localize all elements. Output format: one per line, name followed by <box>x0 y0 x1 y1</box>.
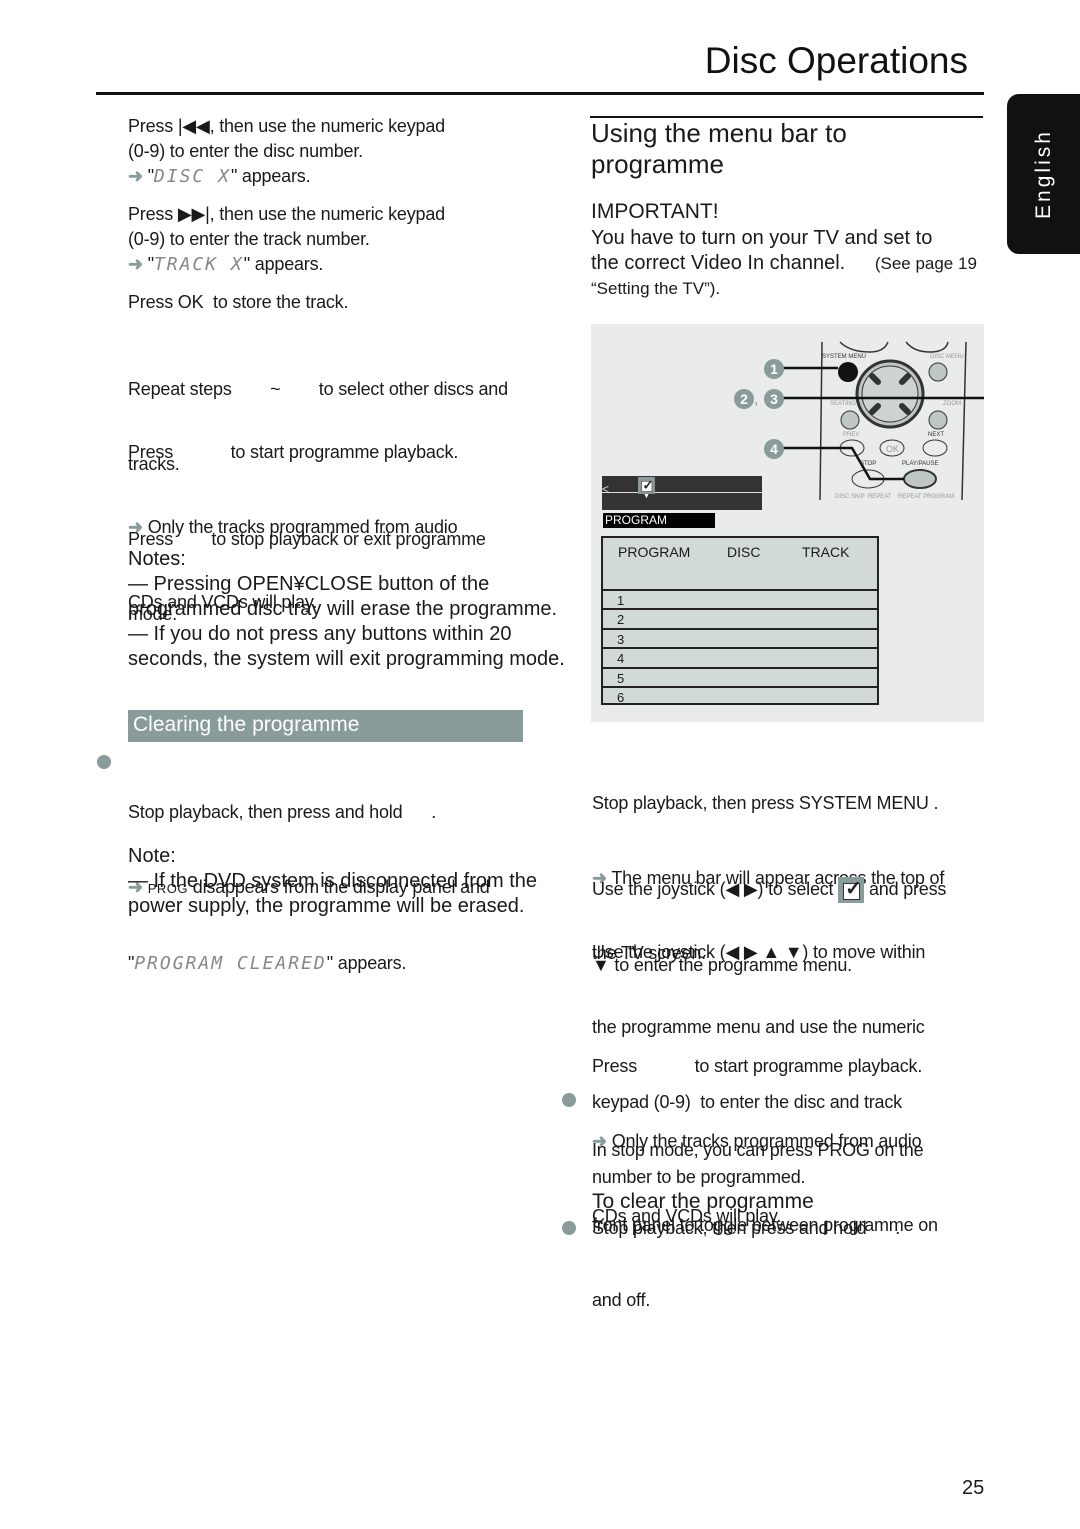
note-heading: Note: <box>128 845 176 867</box>
important-line: You have to turn on your TV and set to <box>591 227 933 249</box>
important-label: IMPORTANT! <box>591 200 719 223</box>
note-line: — If the DVD system is disconnected from… <box>128 870 538 892</box>
program-number: 3 <box>617 632 625 647</box>
arrow-icon: ➜ <box>128 166 143 186</box>
clear-programme-step: Stop playback, then press and hold . <box>592 1218 900 1238</box>
remote-label: DISC SKIP REPEAT REPEAT PROGRAM <box>835 494 955 500</box>
heading-line: programme <box>591 149 724 179</box>
note-line: seconds, the system will exit programmin… <box>128 648 565 670</box>
table-row[interactable]: 1 <box>603 589 877 608</box>
program-number: 4 <box>617 651 625 666</box>
table-row[interactable]: 6 <box>603 686 877 705</box>
step-select-disc: Press |◀◀, then use the numeric keypad (… <box>128 114 445 189</box>
arrow-icon: ➜ <box>128 254 143 274</box>
important-text: You have to turn on your TV and set to t… <box>591 226 977 301</box>
callout-3: 3 <box>764 389 784 409</box>
important-line: the correct Video In channel. <box>591 252 846 274</box>
program-number: 2 <box>617 612 625 627</box>
page-reference: (See page 19 <box>874 254 977 273</box>
lcd-text: PROGRAM CLEARED <box>134 953 327 974</box>
step-text: and off. <box>592 1290 651 1310</box>
step-text: " appears. <box>326 953 407 973</box>
title-divider <box>96 92 984 95</box>
remote-label: SYSTEM MENU <box>822 354 867 360</box>
left-arrow-icon: < <box>602 482 610 496</box>
remote-label: NEXT <box>928 432 945 438</box>
callout-1: 1 <box>764 359 784 379</box>
remote-label: PLAY/PAUSE <box>902 461 939 467</box>
page-reference: “Setting the TV”). <box>591 279 721 298</box>
tv-menu-bar: < ▼ <box>602 476 762 510</box>
step-text: Press <box>128 204 174 224</box>
step-text: Use the joystick (◀ ▶ ▲ ▼) to move withi… <box>592 942 926 962</box>
step-text: (0-9) to enter the track number. <box>128 229 370 249</box>
note-line: — If you do not press any buttons within… <box>128 623 512 645</box>
system-menu-button <box>838 362 858 382</box>
language-tab-label: English <box>1031 129 1055 219</box>
step-select-track: Press ▶▶|, then use the numeric keypad (… <box>128 202 445 277</box>
language-tab: English <box>1007 94 1080 254</box>
note-line: — Pressing OPEN¥CLOSE button of the <box>128 573 490 595</box>
step-text: " appears. <box>243 254 324 274</box>
table-header: DISC <box>727 544 761 560</box>
program-number: 1 <box>617 593 625 608</box>
program-table: PROGRAM DISC TRACK 1 2 3 4 5 6 <box>601 536 879 705</box>
page-number: 25 <box>962 1477 985 1499</box>
play-pause-button <box>903 469 937 489</box>
callout-4: 4 <box>764 439 784 459</box>
down-arrow-icon: ▼ <box>643 493 650 500</box>
notes-heading: Notes: <box>128 548 186 570</box>
bullet-icon <box>562 1221 576 1235</box>
page-title: Disc Operations <box>704 40 968 81</box>
note-line: programmed disc tray will erase the prog… <box>128 598 558 620</box>
step-text: Stop playback, then press and hold . <box>128 802 436 822</box>
table-row[interactable]: 3 <box>603 628 877 647</box>
step-text: (0-9) to enter the disc number. <box>128 141 363 161</box>
note-line: power supply, the programme will be eras… <box>128 895 525 917</box>
program-number: 6 <box>617 690 625 705</box>
lcd-text: DISC X <box>153 166 231 187</box>
bullet-icon <box>562 1093 576 1107</box>
step-text: Press <box>128 116 174 136</box>
callout-separator: , <box>754 391 759 408</box>
prev-icon: |◀◀ <box>177 116 210 136</box>
table-row[interactable]: 5 <box>603 667 877 686</box>
heading-line: Using the menu bar to <box>591 118 847 148</box>
lcd-text: TRACK X <box>153 254 244 275</box>
step-text: , then use the numeric keypad <box>209 116 446 136</box>
programme-check-icon <box>638 477 655 494</box>
step-text: In stop mode, you can press PROG on the <box>592 1140 924 1160</box>
program-menu-label: PROGRAM <box>603 513 715 528</box>
table-row[interactable]: 4 <box>603 647 877 666</box>
callout-2: 2 <box>734 389 754 409</box>
table-header: PROGRAM <box>618 544 691 560</box>
step-store-track: Press OK to store the track. <box>128 292 349 312</box>
step-text: , then use the numeric keypad <box>209 204 446 224</box>
clear-programme-heading: To clear the programme <box>592 1190 814 1213</box>
step-text: " appears. <box>230 166 311 186</box>
section-heading-clearing: Clearing the programme <box>128 710 523 742</box>
section-heading-text: Clearing the programme <box>133 713 360 736</box>
next-icon: ▶▶| <box>177 204 210 224</box>
remote-label: OK <box>886 444 900 454</box>
table-row[interactable]: 2 <box>603 608 877 627</box>
remote-label: DISC MENU <box>930 354 964 360</box>
remote-label: ZOOM <box>943 401 961 407</box>
notes: Notes: — Pressing OPEN¥CLOSE button of t… <box>128 547 565 672</box>
remote-label: SEATING <box>830 401 856 407</box>
remote-label: PREV <box>843 432 860 438</box>
table-header: TRACK <box>802 544 850 560</box>
program-number: 5 <box>617 671 625 686</box>
bullet-icon <box>97 755 111 769</box>
step-text: Press to start programme playback. <box>128 442 459 462</box>
clearing-note: Note: — If the DVD system is disconnecte… <box>128 844 537 919</box>
remote-label: STOP <box>860 461 877 467</box>
step-text: Press to start programme playback. <box>592 1056 923 1076</box>
section-heading-menu-bar: Using the menu bar to programme <box>591 118 847 180</box>
step-text: Stop playback, then press SYSTEM MENU . <box>592 793 939 813</box>
